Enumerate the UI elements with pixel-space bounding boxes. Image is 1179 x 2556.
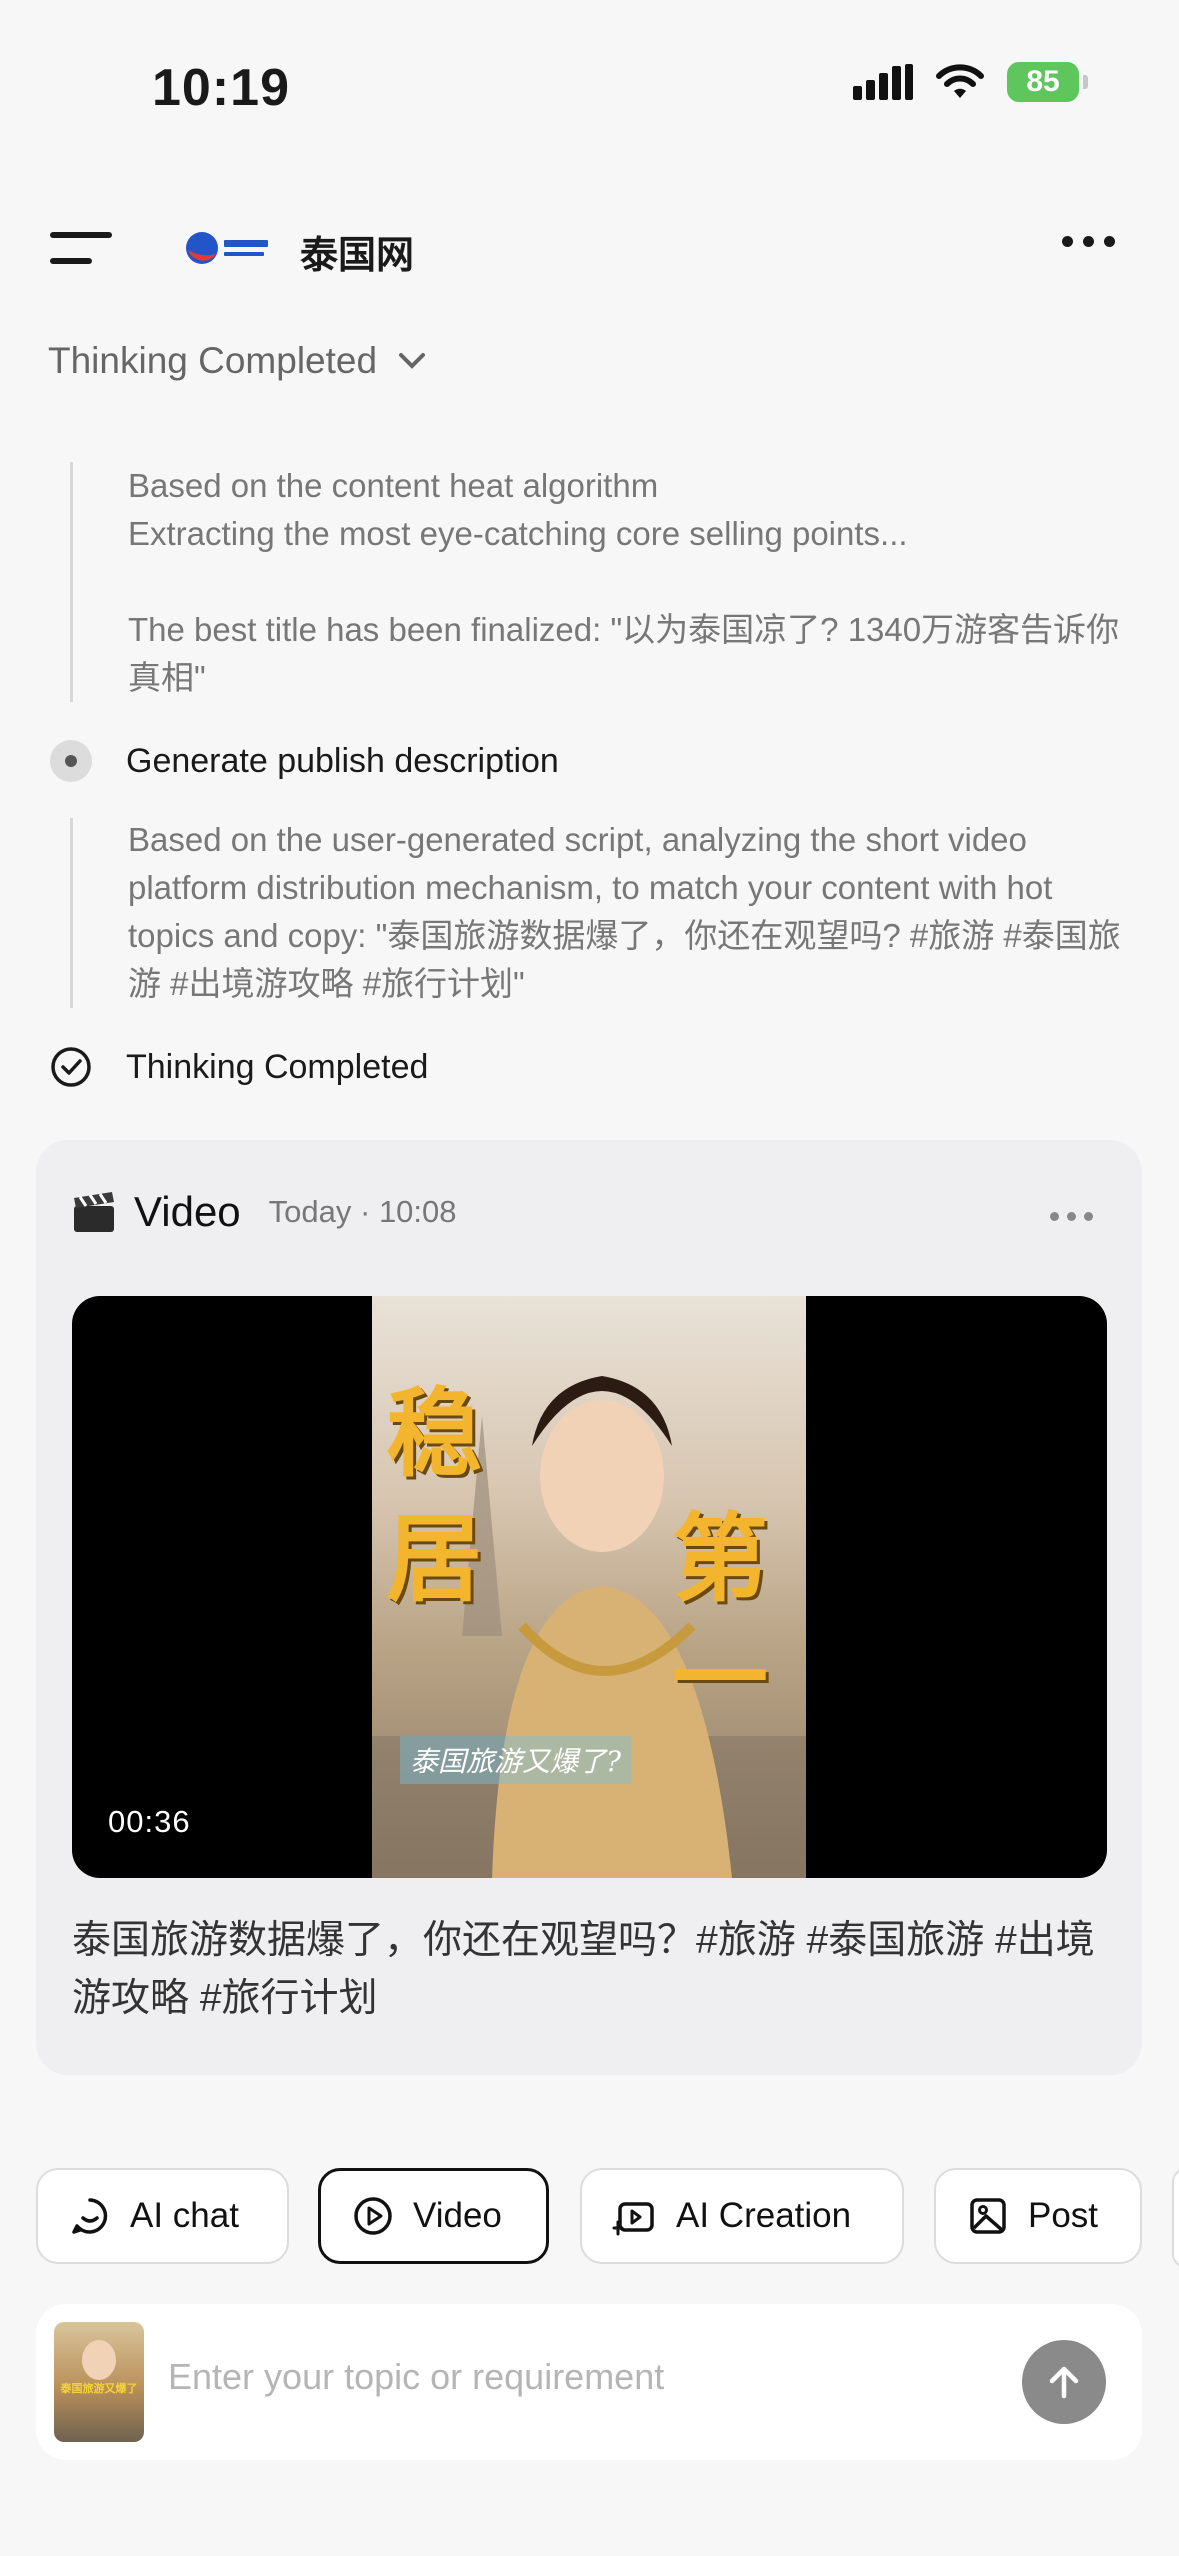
overlay-char: 居 bbox=[386, 1503, 482, 1615]
overlay-char: 稳 bbox=[386, 1378, 482, 1490]
video-card-time: Today · 10:08 bbox=[268, 1194, 457, 1229]
tab-video[interactable]: Video bbox=[318, 2168, 549, 2264]
thinking-divider bbox=[70, 462, 73, 702]
overlay-char: 一 bbox=[672, 1623, 768, 1735]
thinking-step-completed: Thinking Completed bbox=[50, 1046, 428, 1088]
ai-creation-icon bbox=[612, 2202, 654, 2236]
thinking-step-detail: Based on the user-generated script, anal… bbox=[128, 821, 1121, 1002]
video-thumbnail: 稳 居 第 一 泰国旅游又爆了? bbox=[372, 1296, 806, 1878]
signal-icon bbox=[853, 64, 913, 100]
tab-label: Video bbox=[413, 2196, 502, 2235]
menu-icon[interactable] bbox=[50, 228, 120, 272]
overlay-subtitle: 泰国旅游又爆了? bbox=[400, 1736, 632, 1784]
thinking-line: Based on the content heat algorithm bbox=[128, 467, 659, 504]
tab-label: AI Creation bbox=[676, 2196, 852, 2235]
video-card-title: Video bbox=[134, 1188, 241, 1235]
thinking-step-generate-description: Generate publish description bbox=[50, 740, 559, 782]
video-player[interactable]: 稳 居 第 一 泰国旅游又爆了? bbox=[72, 1296, 1107, 1878]
battery-indicator: 85 bbox=[1007, 62, 1088, 102]
play-circle-icon bbox=[354, 2197, 392, 2235]
step-label: Generate publish description bbox=[126, 741, 559, 780]
tab-label: AI chat bbox=[130, 2196, 239, 2235]
attached-thumbnail[interactable]: 泰国旅游又爆了 bbox=[54, 2322, 144, 2442]
progress-dot-icon bbox=[50, 740, 92, 782]
step-label: Thinking Completed bbox=[126, 1047, 429, 1086]
status-icons: 85 bbox=[853, 62, 1088, 102]
tab-ai-chat[interactable]: AI chat bbox=[36, 2168, 289, 2264]
tab-overflow-edge[interactable] bbox=[1172, 2168, 1179, 2268]
app-logo bbox=[184, 228, 274, 268]
image-icon bbox=[970, 2198, 1006, 2234]
battery-level: 85 bbox=[1026, 65, 1060, 98]
ai-chat-icon bbox=[72, 2198, 108, 2234]
more-options-icon[interactable] bbox=[1062, 236, 1115, 247]
send-button[interactable] bbox=[1022, 2340, 1106, 2424]
thinking-toggle[interactable]: Thinking Completed bbox=[48, 340, 427, 382]
tab-label: Post bbox=[1028, 2196, 1099, 2235]
clapperboard-icon bbox=[74, 1192, 114, 1232]
wifi-icon bbox=[936, 64, 984, 98]
video-card-header: Video Today · 10:08 bbox=[70, 1188, 457, 1236]
video-duration: 00:36 bbox=[108, 1804, 191, 1839]
tab-post[interactable]: Post bbox=[934, 2168, 1142, 2264]
overlay-char: 第 bbox=[672, 1503, 768, 1615]
thinking-step-detail: Based on the content heat algorithm Extr… bbox=[128, 462, 1128, 702]
video-caption: 泰国旅游数据爆了，你还在观望吗？#旅游 #泰国旅游 #出境游攻略 #旅行计划 bbox=[72, 1919, 1095, 2020]
thumbnail-caption: 泰国旅游又爆了 bbox=[60, 2383, 138, 2395]
topic-input[interactable]: Enter your topic or requirement bbox=[168, 2356, 664, 2398]
thinking-line: Extracting the most eye-catching core se… bbox=[128, 515, 908, 552]
status-time: 10:19 bbox=[152, 59, 290, 117]
thinking-divider bbox=[70, 818, 73, 1008]
arrow-up-icon bbox=[1049, 2366, 1079, 2399]
thinking-toggle-label: Thinking Completed bbox=[48, 340, 378, 381]
tab-ai-creation[interactable]: AI Creation bbox=[580, 2168, 904, 2264]
card-more-icon[interactable] bbox=[1050, 1212, 1093, 1221]
check-circle-icon bbox=[51, 1047, 91, 1087]
thinking-line: The best title has been finalized: "以为泰国… bbox=[128, 611, 1120, 696]
app-title: 泰国网 bbox=[300, 235, 415, 277]
chevron-down-icon bbox=[399, 353, 426, 369]
